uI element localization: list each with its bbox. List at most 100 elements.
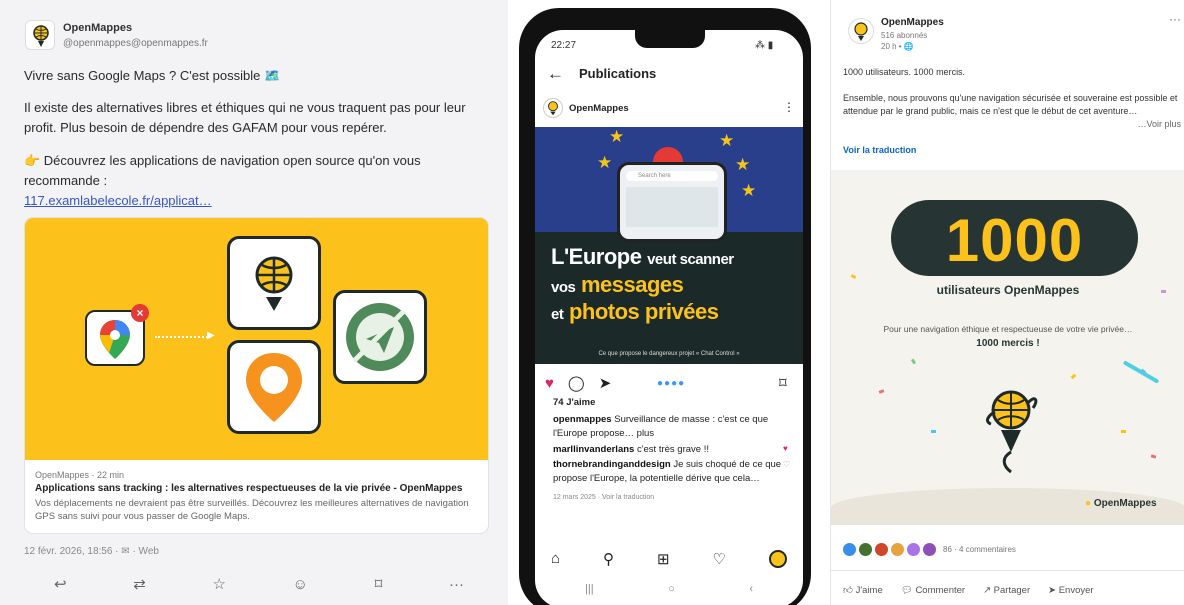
headline-word-et: et [551,306,564,323]
reaction-count[interactable]: 86 · 4 commentaires [943,545,1016,554]
comment-label: Commenter [915,584,966,596]
like-reaction-icon [843,542,856,556]
back-chevron-icon[interactable]: ‹ [749,583,753,595]
mastodon-post-panel: OpenMappes @openmappes@openmappes.fr Viv… [0,0,508,605]
comment-icon[interactable]: ◯ [568,374,585,392]
headline-line-1: L'Europe veut scanner [551,244,734,270]
status-time: 22:27 [551,40,577,51]
card-source: OpenMappes · 22 min [35,470,125,480]
caption-user[interactable]: openmappes [553,414,612,425]
home-circle-icon[interactable]: ○ [668,583,675,595]
love-reaction-icon [875,542,888,556]
post-line-2: Ensemble, nous prouvons qu'une navigatio… [843,93,1178,116]
post-link[interactable]: 117.examlabelecole.fr/applicat… [24,193,212,208]
funny-reaction-icon [907,542,920,556]
android-nav: ||| ○ ‹ [585,583,753,595]
post-image[interactable]: ★ ★ ★ ★ ★ Search here L'Europe veut scan… [535,127,803,364]
account-avatar[interactable] [543,98,563,118]
post-line-3: 👉 Découvrez les applications de navigati… [24,153,421,188]
headline-word-vos: vos [551,279,576,296]
recent-apps-icon[interactable]: ||| [585,583,594,595]
account-name[interactable]: OpenMappes [569,103,629,114]
comment-1: marllinvanderlans c'est très grave !! [553,443,793,457]
share-label: Partager [993,584,1031,596]
instagram-phone-panel: 22:27 ⁂ ▮ ← Publications OpenMappes ⋮ ★ … [515,0,817,605]
post-time: 20 h • 🌐 [881,42,914,51]
openmappes-avatar[interactable] [25,20,55,50]
add-post-icon[interactable]: ⊞ [657,550,670,568]
preview-image: × ▶ [25,218,488,460]
phone-screen: 22:27 ⁂ ▮ ← Publications OpenMappes ⋮ ★ … [535,30,803,605]
reply-icon[interactable]: ↩ [54,575,67,593]
more-icon[interactable]: ··· [449,576,464,593]
post-timestamp[interactable]: 12 févr. 2026, 18:56 · ✉ · Web [24,546,159,557]
star-icon[interactable]: ☆ [213,575,226,593]
see-more-link[interactable]: …Voir plus [1111,118,1181,131]
send-button[interactable]: ➤ Envoyer [1048,585,1093,596]
back-arrow-icon[interactable]: ← [547,64,564,84]
status-icons: ⁂ ▮ [755,40,774,51]
more-options-icon[interactable]: ··· [1169,12,1181,26]
company-name[interactable]: OpenMappes [881,17,944,28]
support-reaction-icon [923,542,936,556]
image-subtitle: Pour une navigation éthique et respectue… [883,324,1133,334]
likes-count[interactable]: 74 J'aime [553,396,793,410]
headline-line-3: et photos privées [551,299,719,325]
post-options-icon[interactable]: ⋮ [783,100,795,114]
post-image[interactable]: 1000 utilisateurs OpenMappes Pour une na… [831,170,1184,525]
milestone-label: utilisateurs OpenMappes [936,283,1080,297]
bookmark-icon[interactable]: ⌑ [375,575,383,593]
comment-2-user[interactable]: thornebrandinganddesign [553,459,671,470]
post-date[interactable]: 12 mars 2025 · Voir la traduction [553,491,793,505]
send-icon[interactable]: ➤ [599,374,612,392]
openmappes-logo-tile [227,236,321,330]
share-icon: ↗ [983,584,992,596]
close-icon: × [131,304,149,322]
post-line-1: Vivre sans Google Maps ? C'est possible … [24,68,281,83]
profile-avatar-icon[interactable] [768,550,787,568]
comment-1-heart-icon[interactable]: ♥ [783,444,788,453]
post-line-1: 1000 utilisateurs. 1000 mercis. [843,67,966,77]
account-handle[interactable]: @openmappes@openmappes.fr [63,38,208,49]
home-icon[interactable]: ⌂ [551,550,560,568]
arrow-head-icon: ▶ [207,330,215,341]
linkedin-post-panel: OpenMappes 516 abonnés 20 h • 🌐 ··· 1000… [830,0,1184,605]
comment-button[interactable]: 💬︎ Commenter [901,585,965,596]
activity-heart-icon[interactable]: ♡ [713,550,726,568]
milestone-number: 1000 [945,207,1084,274]
comment-1-text: c'est très grave !! [636,444,709,455]
account-name[interactable]: OpenMappes [63,22,132,34]
insightful-reaction-icon [891,542,904,556]
celebrate-reaction-icon [859,542,872,556]
card-title[interactable]: Applications sans tracking : les alterna… [35,483,480,494]
headline-line-2: vos messages [551,272,684,298]
followers-count: 516 abonnés [881,31,928,40]
caption: openmappes Surveillance de masse : c'est… [553,413,793,441]
streamer [1122,360,1160,384]
company-logo[interactable] [848,18,874,44]
heart-filled-icon[interactable]: ♥ [545,375,554,392]
post-line-2: Il existe des alternatives libres et éth… [24,100,466,135]
save-icon[interactable]: ⌑ [779,374,787,392]
osmand-tile [227,340,321,434]
card-description: Vos déplacements ne devraient pas être s… [35,498,469,522]
search-icon[interactable]: ⚲ [603,550,614,568]
link-preview-card[interactable]: × ▶ OpenMappes · 22 min Applications san… [25,218,488,533]
comment-1-user[interactable]: marllinvanderlans [553,444,634,455]
translate-link[interactable]: Voir la traduction [843,145,916,155]
like-button[interactable]: 👍︎ J'aime [843,584,883,596]
headline-word-messages: messages [580,272,684,297]
milestone-badge: 1000 [891,200,1138,276]
reactions-bar[interactable]: 86 · 4 commentaires [843,540,1016,558]
divider [831,570,1184,571]
carousel-dots: ●●●● [657,378,686,389]
boost-icon[interactable]: ⇄ [133,575,146,593]
phone-frame: 22:27 ⁂ ▮ ← Publications OpenMappes ⋮ ★ … [519,8,811,605]
post-actions: ↩ ⇄ ☆ ☺ ⌑ ··· [24,572,484,596]
mascot-illustration [979,380,1043,485]
emoji-react-icon[interactable]: ☺ [293,576,308,593]
mini-map [626,187,718,227]
comment-2-heart-icon[interactable]: ♡ [783,460,790,469]
share-button[interactable]: ↗ Partager [983,585,1030,596]
like-label: J'aime [855,585,883,596]
